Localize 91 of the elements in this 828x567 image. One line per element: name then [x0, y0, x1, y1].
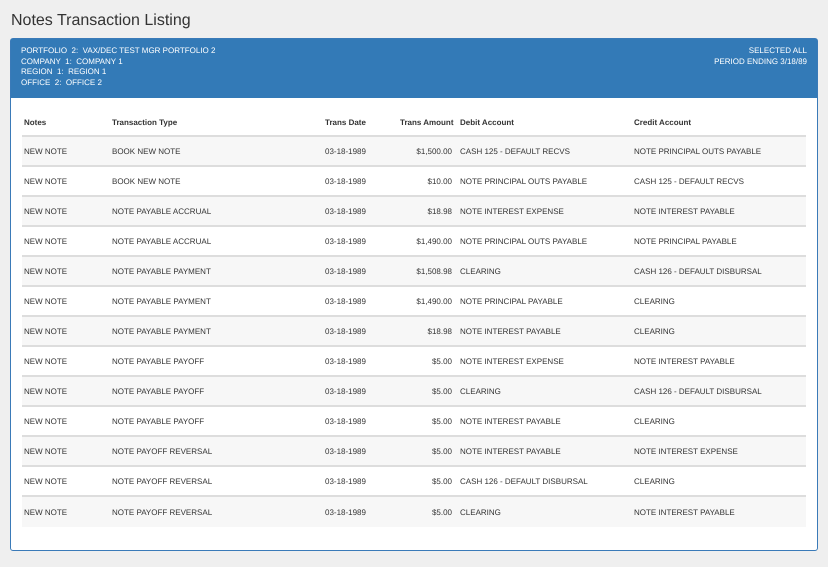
table-cell-text: $5.00 [430, 446, 453, 456]
table-cell-text: CLEARING [633, 296, 676, 306]
column-header: Debit Account [459, 118, 515, 127]
table-cell-text: NOTE PAYOFF REVERSAL [111, 476, 214, 486]
report-info: PERIOD ENDING 3/18/89 [714, 56, 807, 67]
table-cell-text: $1,490.00 [415, 236, 453, 246]
table-cell-text: 03-18-1989 [324, 508, 367, 516]
table-cell-text: NOTE INTEREST PAYABLE [459, 446, 562, 456]
table-cell-text: NEW NOTE [23, 508, 68, 516]
table-cell-text: CASH 126 - DEFAULT DISBURSAL [633, 386, 763, 396]
table-cell-text: 03-18-1989 [324, 266, 367, 276]
table-cell-text: NOTE INTEREST PAYABLE [633, 508, 736, 516]
table-cell-text: $1,490.00 [415, 296, 453, 306]
column-header: Credit Account [633, 118, 692, 127]
table-cell-text: CASH 126 - DEFAULT DISBURSAL [633, 266, 763, 276]
table-cell-text: NEW NOTE [23, 326, 68, 336]
column-header: Notes [23, 118, 48, 127]
table-cell-text: NEW NOTE [23, 176, 68, 186]
table-cell-text: NEW NOTE [23, 476, 68, 486]
filter-label: COMPANY 1: COMPANY 1 [21, 56, 124, 67]
table-cell-text: $1,500.00 [415, 146, 453, 156]
table-cell-text: $18.98 [426, 326, 453, 336]
page-title: Notes Transaction Listing [10, 11, 192, 31]
table-cell-text: NOTE PAYABLE PAYMENT [111, 326, 212, 336]
table-cell-text: CLEARING [633, 326, 676, 336]
column-header: Trans Amount [399, 118, 454, 127]
table-cell-text: NEW NOTE [23, 356, 68, 366]
table-cell-text: NEW NOTE [23, 146, 68, 156]
table-cell-text: NOTE PAYABLE PAYOFF [111, 386, 206, 396]
column-header: Trans Date [324, 118, 367, 127]
table-cell-text: NEW NOTE [23, 206, 68, 216]
table-cell-text: $18.98 [426, 206, 453, 216]
table-cell-text: NOTE PRINCIPAL OUTS PAYABLE [459, 236, 588, 246]
table-cell-text: 03-18-1989 [324, 146, 367, 156]
table-cell-text: CLEARING [633, 416, 676, 426]
table-cell-text: 03-18-1989 [324, 416, 367, 426]
table-cell-text: NOTE INTEREST PAYABLE [459, 326, 562, 336]
table-cell-text: $5.00 [430, 386, 453, 396]
table-cell-text: 03-18-1989 [324, 296, 367, 306]
table-cell-text: 03-18-1989 [324, 326, 367, 336]
table-cell-text: 03-18-1989 [324, 476, 367, 486]
filter-label: REGION 1: REGION 1 [21, 67, 108, 78]
table-cell-text: 03-18-1989 [324, 446, 367, 456]
table-cell-text: 03-18-1989 [324, 176, 367, 186]
table-cell-text: $5.00 [430, 476, 453, 486]
table-cell-text: NOTE PAYABLE PAYMENT [111, 296, 212, 306]
report-info: SELECTED ALL [748, 46, 807, 56]
table-cell-text: CASH 126 - DEFAULT DISBURSAL [459, 476, 589, 486]
table-cell-text: NOTE INTEREST EXPENSE [459, 206, 565, 216]
table-cell-text: NOTE PRINCIPAL PAYABLE [459, 296, 564, 306]
table-cell-text: $5.00 [430, 356, 453, 366]
table-cell-text: NOTE INTEREST PAYABLE [459, 416, 562, 426]
table-cell-text: NOTE PRINCIPAL OUTS PAYABLE [459, 176, 588, 186]
table-cell-text: $5.00 [430, 508, 453, 516]
table-cell-text: NEW NOTE [23, 416, 68, 426]
table-cell-text: BOOK NEW NOTE [111, 146, 182, 156]
table-cell-text: NEW NOTE [23, 296, 68, 306]
table-cell-text: NOTE PAYABLE PAYOFF [111, 356, 206, 366]
table-cell-text: CASH 125 - DEFAULT RECVS [459, 146, 571, 156]
table-cell-text: NOTE PAYOFF REVERSAL [111, 508, 214, 516]
table-cell-text: 03-18-1989 [324, 236, 367, 246]
table-cell-text: NEW NOTE [23, 386, 68, 396]
table-cell-text: CLEARING [633, 476, 676, 486]
table-cell-text: NOTE INTEREST EXPENSE [633, 446, 739, 456]
table-cell-text: CLEARING [459, 386, 502, 396]
column-header: Transaction Type [111, 118, 178, 127]
table-cell-text: 03-18-1989 [324, 386, 367, 396]
table-cell-text: 03-18-1989 [324, 206, 367, 216]
table-cell-text: $5.00 [430, 416, 453, 426]
table-cell-text: NEW NOTE [23, 446, 68, 456]
filter-label: OFFICE 2: OFFICE 2 [21, 78, 103, 88]
table-cell-text: NEW NOTE [23, 266, 68, 276]
table-cell-text: NEW NOTE [23, 236, 68, 246]
table-cell-text: NOTE PRINCIPAL OUTS PAYABLE [633, 146, 762, 156]
filter-label: PORTFOLIO 2: VAX/DEC TEST MGR PORTFOLIO 2 [21, 46, 216, 56]
table-cell-text: NOTE PRINCIPAL PAYABLE [633, 236, 738, 246]
table-cell-text: NOTE PAYABLE PAYMENT [111, 266, 212, 276]
table-cell-text: NOTE INTEREST EXPENSE [459, 356, 565, 366]
table-cell-text: $10.00 [426, 176, 453, 186]
table-cell-text: NOTE INTEREST PAYABLE [633, 356, 736, 366]
table-cell-text: $1,508.98 [415, 266, 453, 276]
table-cell-text: CLEARING [459, 266, 502, 276]
table-cell-text: NOTE PAYABLE ACCRUAL [111, 206, 212, 216]
table-cell-text: NOTE PAYABLE PAYOFF [111, 416, 206, 426]
table-cell-text: CLEARING [459, 508, 502, 516]
table-cell-text: NOTE PAYABLE ACCRUAL [111, 236, 212, 246]
table-cell-text: NOTE INTEREST PAYABLE [633, 206, 736, 216]
table-cell-text: CASH 125 - DEFAULT RECVS [633, 176, 745, 186]
table-cell-text: BOOK NEW NOTE [111, 176, 182, 186]
table-cell-text: NOTE PAYOFF REVERSAL [111, 446, 214, 456]
table-cell-text: 03-18-1989 [324, 356, 367, 366]
